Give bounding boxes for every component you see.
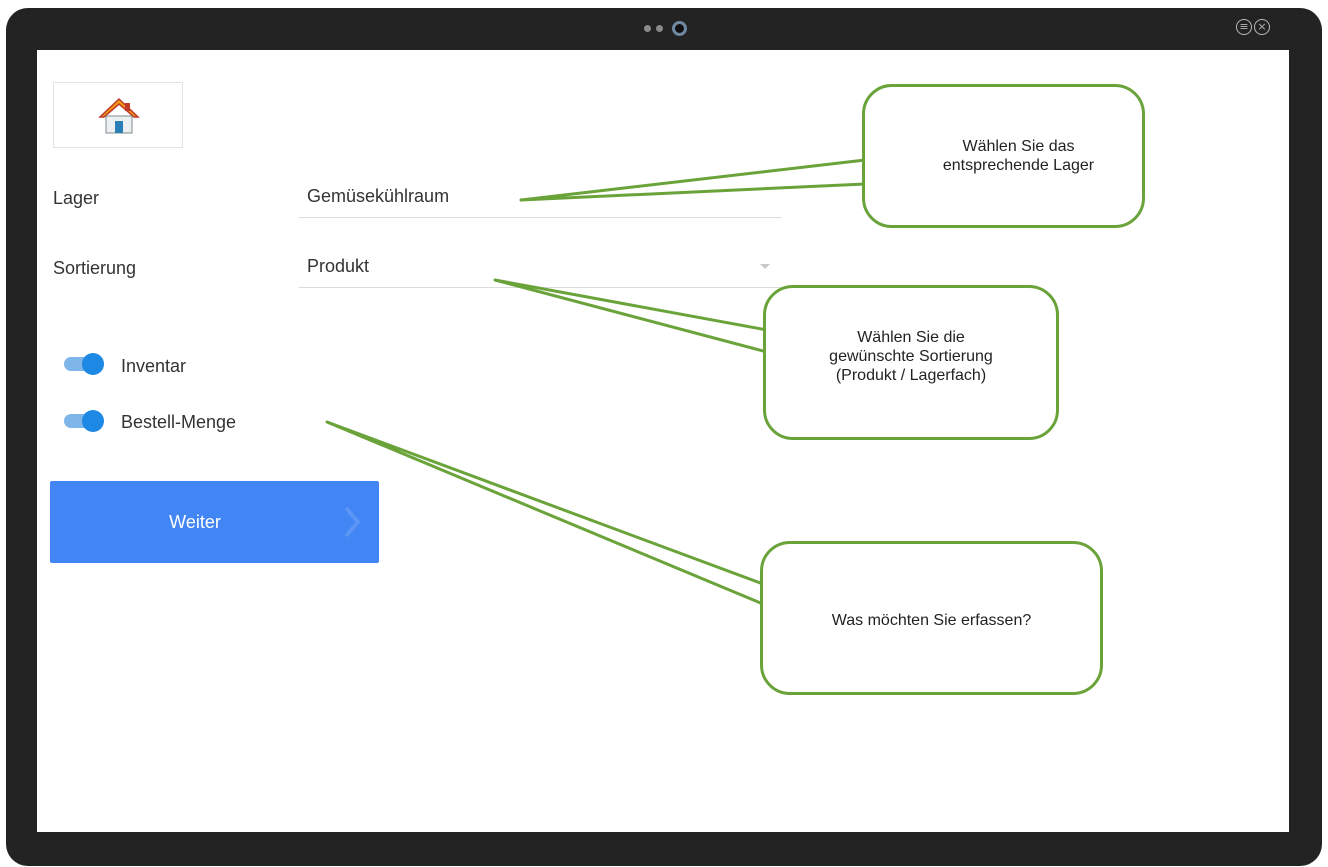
callout-sortierung: Wählen Sie die gewünschte Sortierung (Pr… (763, 285, 1059, 440)
app-screen: Lager Gemüsekühlraum Sortierung Produkt … (37, 50, 1289, 832)
callout-lager: Wählen Sie das entsprechende Lager (862, 84, 1145, 228)
callout-erfassen: Was möchten Sie erfassen? (760, 541, 1103, 695)
close-icon[interactable]: × (1254, 19, 1270, 35)
callout-sortierung-text: Wählen Sie die gewünschte Sortierung (Pr… (829, 329, 993, 384)
callout-erfassen-text: Was möchten Sie erfassen? (831, 612, 1032, 629)
camera-icon (672, 21, 687, 36)
callout-lager-text: Wählen Sie das entsprechende Lager (942, 138, 1095, 174)
callout-pointer-sortierung (493, 278, 769, 354)
sensor-dot (656, 25, 663, 32)
menu-icon[interactable]: ≡ (1236, 19, 1252, 35)
callout-pointer-lager (519, 158, 867, 202)
callout-pointer-erfassen (325, 420, 765, 606)
sensor-dot (644, 25, 651, 32)
